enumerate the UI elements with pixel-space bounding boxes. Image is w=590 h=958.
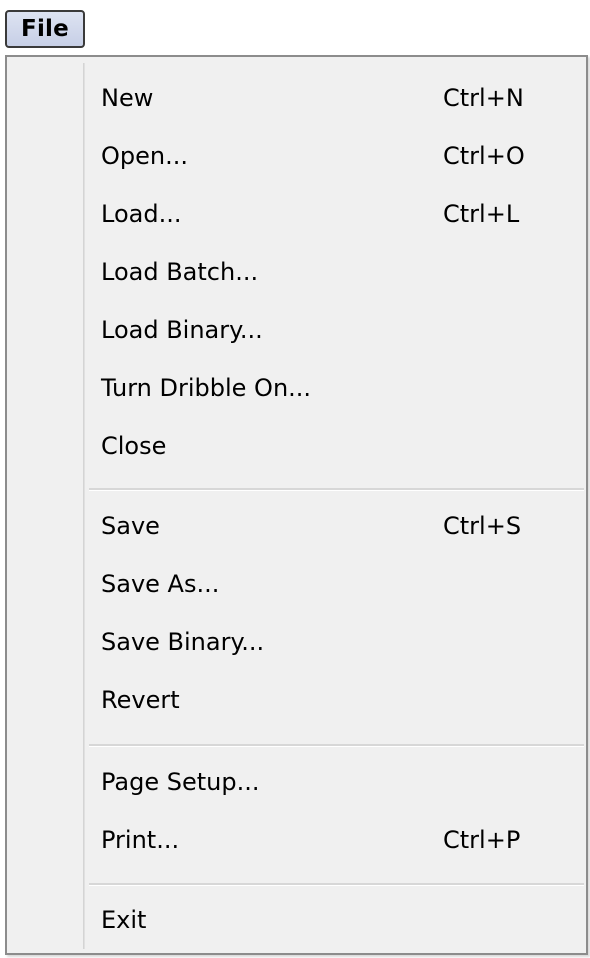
menu-item-label: Revert xyxy=(101,686,180,714)
menu-item-save-binary[interactable]: Save Binary... xyxy=(87,616,582,668)
menu-item-page-setup[interactable]: Page Setup... xyxy=(87,756,582,808)
menu-item-shortcut: Ctrl+N xyxy=(443,84,524,112)
menu-item-print[interactable]: Print... Ctrl+P xyxy=(87,814,582,866)
menu-item-load-batch[interactable]: Load Batch... xyxy=(87,246,582,298)
menu-item-open[interactable]: Open... Ctrl+O xyxy=(87,130,582,182)
menu-item-label: Exit xyxy=(101,906,147,934)
menu-item-label: Page Setup... xyxy=(101,768,260,796)
menu-separator xyxy=(89,883,584,886)
menu-item-label: Print... xyxy=(101,826,180,854)
menu-item-label: Turn Dribble On... xyxy=(101,374,312,402)
menu-item-label: Open... xyxy=(101,142,188,170)
menu-item-shortcut: Ctrl+P xyxy=(443,826,521,854)
menu-item-shortcut: Ctrl+S xyxy=(443,512,522,540)
menu-separator xyxy=(89,488,584,491)
menu-item-close[interactable]: Close xyxy=(87,420,582,472)
menu-item-exit[interactable]: Exit xyxy=(87,894,582,946)
menu-item-label: Load Batch... xyxy=(101,258,259,286)
menu-item-label: Close xyxy=(101,432,167,460)
menu-separator xyxy=(89,744,584,747)
menu-item-save-as[interactable]: Save As... xyxy=(87,558,582,610)
menu-item-new[interactable]: New Ctrl+N xyxy=(87,72,582,124)
menu-item-revert[interactable]: Revert xyxy=(87,674,582,726)
menu-item-turn-dribble-on[interactable]: Turn Dribble On... xyxy=(87,362,582,414)
file-menu-button[interactable]: File xyxy=(5,10,85,48)
menu-item-shortcut: Ctrl+O xyxy=(443,142,525,170)
menu-icon-gutter-divider xyxy=(83,63,85,949)
menu-item-load-binary[interactable]: Load Binary... xyxy=(87,304,582,356)
menu-item-label: Save xyxy=(101,512,160,540)
menu-item-label: Load... xyxy=(101,200,182,228)
menu-item-load[interactable]: Load... Ctrl+L xyxy=(87,188,582,240)
menu-item-save[interactable]: Save Ctrl+S xyxy=(87,500,582,552)
menu-item-label: Load Binary... xyxy=(101,316,263,344)
menu-bar: File xyxy=(0,0,590,56)
menu-item-label: Save As... xyxy=(101,570,220,598)
menu-item-label: Save Binary... xyxy=(101,628,265,656)
menu-item-shortcut: Ctrl+L xyxy=(443,200,520,228)
file-menu-dropdown: New Ctrl+N Open... Ctrl+O Load... Ctrl+L… xyxy=(5,55,588,955)
menu-item-label: New xyxy=(101,84,154,112)
